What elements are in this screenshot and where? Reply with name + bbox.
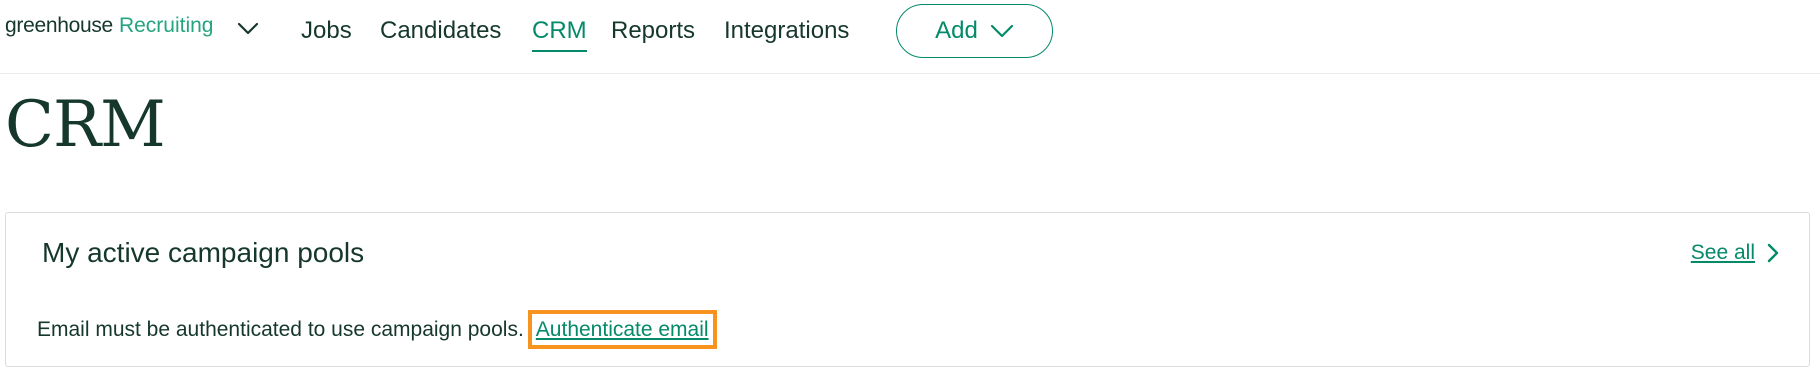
highlight-box: Authenticate email: [527, 310, 717, 349]
authenticate-email-link[interactable]: Authenticate email: [536, 318, 709, 341]
nav-item-jobs[interactable]: Jobs: [301, 17, 352, 45]
nav-item-integrations[interactable]: Integrations: [724, 17, 849, 45]
auth-message-row: Email must be authenticated to use campa…: [37, 310, 717, 349]
add-button-label: Add: [935, 17, 978, 44]
chevron-down-icon[interactable]: [236, 21, 260, 37]
campaign-pools-card: My active campaign pools See all Email m…: [5, 212, 1810, 367]
page-title: CRM: [5, 88, 166, 162]
brand-logo[interactable]: greenhouse Recruiting: [5, 14, 213, 38]
see-all-link[interactable]: See all: [1691, 241, 1779, 265]
brand-name: greenhouse: [5, 14, 113, 37]
nav-item-reports[interactable]: Reports: [611, 17, 695, 45]
chevron-down-icon: [990, 24, 1013, 38]
nav-item-crm[interactable]: CRM: [532, 17, 587, 52]
card-title: My active campaign pools: [42, 237, 365, 268]
brand-product: Recruiting: [118, 14, 214, 37]
nav-item-candidates[interactable]: Candidates: [380, 17, 501, 45]
auth-message: Email must be authenticated to use campa…: [37, 317, 524, 341]
add-button[interactable]: Add: [896, 4, 1053, 58]
top-navigation: greenhouse Recruiting Jobs Candidates CR…: [0, 0, 1820, 74]
see-all-label[interactable]: See all: [1691, 241, 1755, 265]
chevron-right-icon[interactable]: [1767, 243, 1779, 263]
